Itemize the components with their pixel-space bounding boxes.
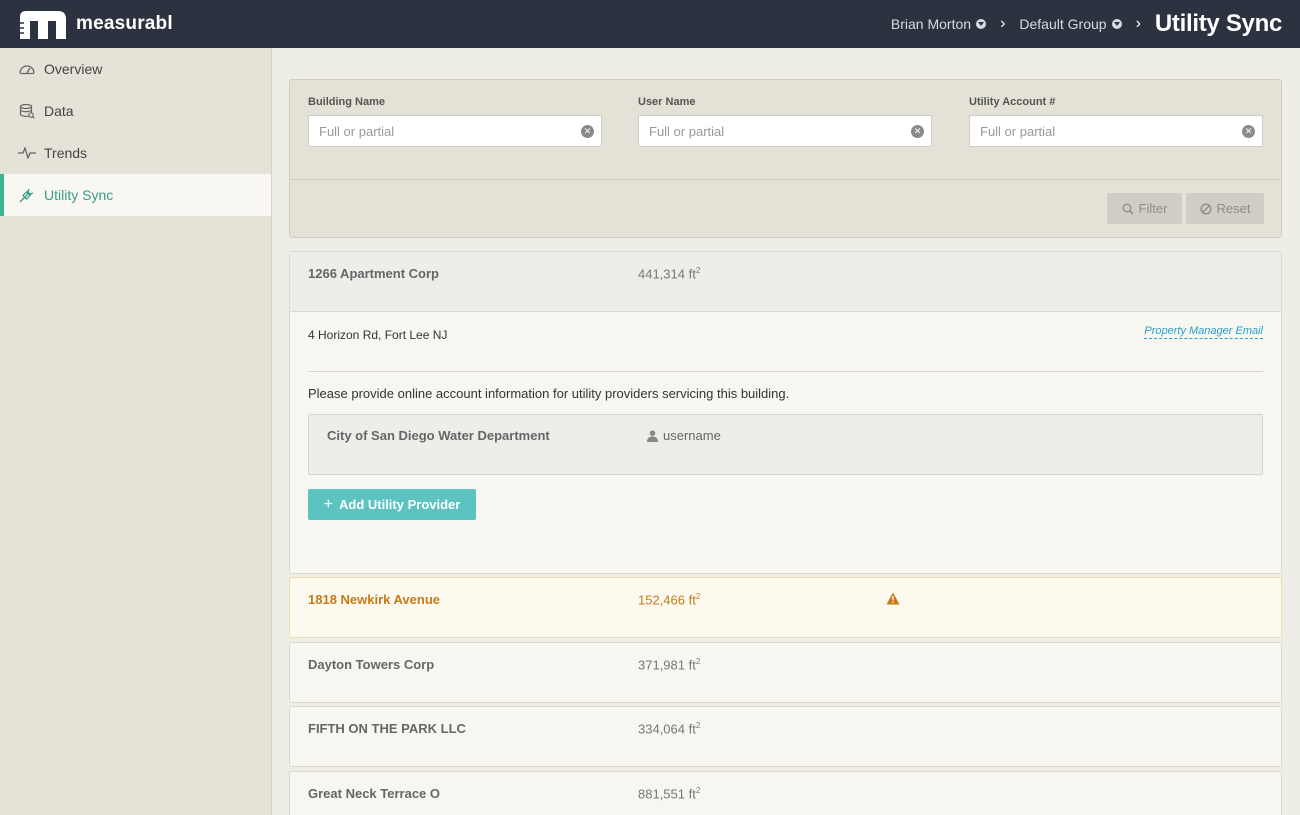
user-name-field: ✕: [638, 115, 932, 147]
building-name-label: Building Name: [308, 96, 386, 108]
building-card[interactable]: Great Neck Terrace O 881,551 ft2: [289, 771, 1282, 815]
sidebar-item-trends[interactable]: Trends: [0, 132, 271, 174]
ban-icon: [1200, 202, 1212, 215]
utility-account-filter: Utility Account # ✕: [969, 96, 1263, 147]
database-icon: [18, 102, 36, 120]
breadcrumb-group[interactable]: Default Group: [1019, 16, 1122, 32]
caret-down-icon: [1111, 19, 1122, 29]
building-name: Great Neck Terrace O: [308, 786, 440, 801]
brand-logo[interactable]: measurabl: [18, 9, 173, 39]
user-name-filter: User Name ✕: [638, 96, 932, 147]
utility-account-label: Utility Account #: [969, 96, 1056, 108]
building-area: 371,981 ft2: [638, 657, 701, 673]
utility-account-field: ✕: [969, 115, 1263, 147]
utility-account-input[interactable]: [980, 123, 1230, 139]
sidebar-item-label: Data: [44, 103, 74, 119]
user-icon: [647, 429, 658, 442]
sidebar-item-overview[interactable]: Overview: [0, 48, 271, 90]
building-name: Dayton Towers Corp: [308, 657, 435, 672]
clear-icon[interactable]: ✕: [911, 125, 924, 138]
plug-icon: [18, 186, 36, 204]
filter-panel: Building Name ✕ User Name ✕ Utility Acco…: [289, 79, 1282, 238]
provider-username-label: username: [663, 428, 721, 443]
building-area: 334,064 ft2: [638, 721, 701, 737]
search-icon: [1122, 203, 1134, 215]
provider-username: username: [647, 428, 721, 443]
add-utility-provider-label: Add Utility Provider: [338, 497, 461, 512]
building-card[interactable]: 1818 Newkirk Avenue 152,466 ft2: [289, 577, 1282, 638]
building-card-header[interactable]: 1266 Apartment Corp 441,314 ft2: [290, 252, 1281, 312]
utility-prompt: Please provide online account informatio…: [308, 386, 790, 401]
sidebar-item-data[interactable]: Data: [0, 90, 271, 132]
clear-icon[interactable]: ✕: [1242, 125, 1255, 138]
caret-down-icon: [976, 19, 987, 29]
breadcrumb-user-label: Brian Morton: [890, 16, 972, 32]
building-name-input[interactable]: [319, 123, 569, 139]
brand-name: measurabl: [76, 13, 173, 34]
building-address: 4 Horizon Rd, Fort Lee NJ: [308, 328, 448, 342]
sidebar-item-label: Utility Sync: [44, 187, 114, 203]
add-utility-provider-button[interactable]: + Add Utility Provider: [308, 489, 476, 520]
top-bar: measurabl Brian Morton › Default Group ›…: [0, 0, 1300, 48]
building-name: 1266 Apartment Corp: [308, 266, 439, 281]
sidebar: Overview Data Trends Utility Sync: [0, 48, 272, 815]
reset-button-label: Reset: [1216, 201, 1251, 216]
building-name: FIFTH ON THE PARK LLC: [308, 721, 466, 736]
sidebar-item-label: Overview: [44, 61, 103, 77]
building-name: 1818 Newkirk Avenue: [308, 592, 440, 607]
chevron-right-icon: ›: [1000, 15, 1006, 32]
property-manager-email-link[interactable]: Property Manager Email: [1144, 325, 1263, 339]
warning-icon: [886, 592, 900, 610]
sidebar-item-utility-sync[interactable]: Utility Sync: [0, 174, 271, 216]
utility-provider-row[interactable]: City of San Diego Water Department usern…: [308, 414, 1263, 475]
building-card[interactable]: FIFTH ON THE PARK LLC 334,064 ft2: [289, 706, 1282, 767]
building-area: 881,551 ft2: [638, 786, 701, 802]
page-title: Utility Sync: [1154, 10, 1282, 37]
breadcrumb-user[interactable]: Brian Morton: [890, 16, 987, 32]
building-card: 1266 Apartment Corp 441,314 ft2 4 Horizo…: [289, 251, 1282, 574]
clear-icon[interactable]: ✕: [581, 125, 594, 138]
measurabl-logo-icon: [18, 9, 68, 39]
sidebar-item-label: Trends: [44, 145, 88, 161]
building-area: 441,314 ft2: [638, 266, 701, 282]
filter-button[interactable]: Filter: [1107, 193, 1182, 224]
pulse-icon: [18, 144, 36, 162]
chevron-right-icon: ›: [1135, 15, 1141, 32]
provider-name: City of San Diego Water Department: [327, 428, 550, 443]
gauge-icon: [18, 60, 36, 78]
user-name-input[interactable]: [649, 123, 899, 139]
filter-button-label: Filter: [1138, 201, 1168, 216]
building-card[interactable]: Dayton Towers Corp 371,981 ft2: [289, 642, 1282, 703]
breadcrumb: Brian Morton › Default Group › Utility S…: [891, 0, 1282, 48]
building-name-field: ✕: [308, 115, 602, 147]
breadcrumb-group-label: Default Group: [1019, 16, 1107, 32]
building-name-filter: Building Name ✕: [308, 96, 602, 147]
main-content: Building Name ✕ User Name ✕ Utility Acco…: [289, 79, 1282, 815]
divider: [290, 179, 1281, 180]
divider: [308, 371, 1263, 372]
building-area: 152,466 ft2: [638, 592, 701, 608]
plus-icon: +: [323, 495, 333, 513]
reset-button[interactable]: Reset: [1186, 193, 1264, 224]
user-name-label: User Name: [638, 96, 696, 108]
